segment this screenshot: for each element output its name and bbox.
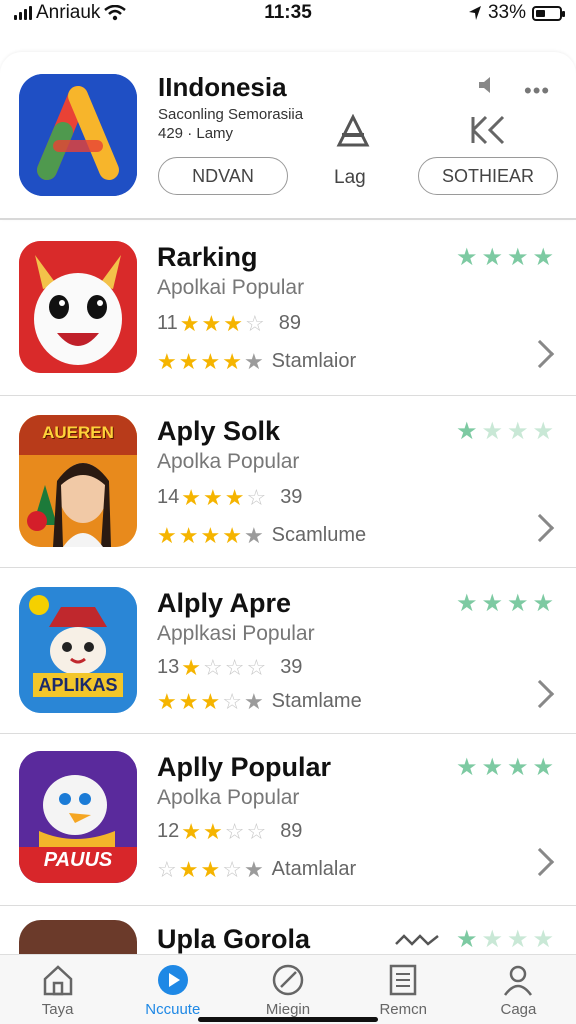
more-icon[interactable]: •••: [524, 78, 550, 104]
chevron-right-icon[interactable]: [525, 679, 555, 709]
speaker-icon[interactable]: [476, 74, 498, 96]
app-rank-row: 13 ★ ☆ ☆ ☆ 39: [157, 654, 303, 680]
app-category: Apolkai Popular: [157, 276, 305, 299]
location-icon: [468, 6, 481, 20]
chevron-right-icon[interactable]: [525, 513, 555, 543]
tab-taya[interactable]: Taya: [0, 955, 115, 1024]
app-rank-row: 14 ★ ★ ★ ☆ 39: [157, 484, 303, 510]
app-name: Upla Gorola: [157, 924, 311, 954]
person-icon: [504, 965, 533, 996]
app-tag: Scamlume: [271, 524, 367, 546]
app-rank: 11: [157, 312, 178, 334]
app-name: Rarking: [157, 242, 258, 272]
app-name: Alply Apre: [157, 588, 292, 618]
green-rating: ★ ★ ★ ★: [455, 754, 554, 781]
a-logo-icon: [19, 74, 137, 196]
lag-label[interactable]: Lag: [334, 167, 366, 189]
app-rank: 14: [157, 486, 180, 508]
list-icon: [389, 964, 417, 996]
battery-percent: 33%: [487, 2, 526, 23]
compass-icon: [272, 964, 304, 996]
app-tag-row: ☆ ★ ★ ☆ ★ Atamlalar: [157, 856, 357, 882]
tab-label: Caga: [500, 1001, 537, 1018]
tab-remcn[interactable]: Remcn: [346, 955, 461, 1024]
app-score: 39: [280, 486, 303, 508]
list-item[interactable]: AUEREN Aply Solk Apolka Popular 14 ★ ★ ★ ☆ …: [0, 396, 576, 568]
app-category: Applkasi Popular: [157, 622, 315, 645]
green-rating: ★ ★ ★ ★: [455, 590, 554, 617]
wifi-icon: [104, 5, 127, 21]
list-item[interactable]: Rarking Apolkai Popular 11 ★ ★ ★ ☆ 89 ★ ★ ★ ★ ★…: [0, 222, 576, 396]
tab-caga[interactable]: Caga: [461, 955, 576, 1024]
app-tag-row: ★ ★ ★ ★ ★ Scamlume: [157, 522, 367, 548]
green-rating: ★ ★ ★ ★: [455, 418, 554, 445]
battery-icon: [532, 5, 565, 21]
app-rank-row: 12 ★ ★ ☆ ☆ 89: [157, 818, 303, 844]
carrier: Anriauk: [14, 2, 127, 24]
signal-icon: [14, 6, 32, 20]
tab-label: Miegin: [265, 1001, 311, 1018]
app-rank: 12: [157, 820, 180, 842]
tab-bar: Taya Nccuute Miegin Remcn Caga: [0, 954, 576, 1024]
ghost-mascot-icon: [19, 241, 137, 373]
app-tag-row: ★ ★ ★ ★ ★ Stamlaior: [157, 348, 357, 374]
featured-app-card[interactable]: IIndonesia Saconling Semorasiia 429 · La…: [0, 52, 576, 220]
tab-nccuute[interactable]: Nccuute: [115, 955, 230, 1024]
app-rank: 13: [157, 656, 180, 678]
fox-game-icon: APLIKAS: [19, 587, 137, 713]
app-tag: Stamlame: [271, 690, 362, 712]
app-tag: Stamlaior: [271, 350, 357, 372]
app-list: Rarking Apolkai Popular 11 ★ ★ ★ ☆ 89 ★ ★ ★ ★ ★…: [0, 222, 576, 966]
featured-meta: 429 · Lamy: [158, 125, 234, 142]
list-item[interactable]: PAUUS Aplly Popular Apolka Popular 12 ★ ★…: [0, 734, 576, 906]
list-item[interactable]: APLIKAS Alply Apre Applkasi Popular 13 ★…: [0, 568, 576, 734]
bookmark-k-icon[interactable]: [470, 114, 506, 146]
portrait-game-icon: AUEREN: [19, 415, 137, 547]
chevron-right-icon[interactable]: [525, 339, 555, 369]
bird-game-icon: PAUUS: [19, 751, 137, 883]
app-name: Aplly Popular: [157, 752, 332, 782]
featured-app-icon[interactable]: [19, 74, 137, 196]
app-score: 39: [280, 656, 303, 678]
tab-label: Remcn: [379, 1001, 427, 1018]
home-icon: [43, 965, 72, 996]
app-icon-banner: AUEREN: [42, 423, 114, 442]
chevron-right-icon[interactable]: [525, 847, 555, 877]
app-name: Aply Solk: [157, 416, 281, 446]
tab-miegin[interactable]: Miegin: [230, 955, 345, 1024]
trend-icon: [395, 934, 439, 946]
tab-label: Nccuute: [145, 1001, 201, 1018]
app-icon-banner: PAUUS: [43, 849, 113, 871]
featured-subtitle: Saconling Semorasiia: [158, 106, 304, 123]
featured-right-button[interactable]: SOTHIEAR: [418, 157, 558, 195]
app-tag: Atamlalar: [271, 858, 357, 880]
app-score: 89: [278, 312, 301, 334]
app-icon-banner: APLIKAS: [38, 675, 118, 695]
home-indicator: [198, 1017, 378, 1022]
featured-left-button[interactable]: NDVAN: [158, 157, 288, 195]
app-score: 89: [280, 820, 303, 842]
green-rating: ★ ★ ★ ★: [455, 926, 554, 953]
app-tag-row: ★ ★ ★ ☆ ★ Stamlame: [157, 688, 362, 714]
app-rank-row: 11 ★ ★ ★ ☆ 89: [157, 310, 301, 336]
status-bar: Anriauk 11:35 33%: [0, 0, 576, 26]
green-rating: ★ ★ ★ ★: [455, 244, 554, 271]
triangle-bars-icon[interactable]: [336, 114, 370, 148]
app-category: Apolka Popular: [157, 786, 300, 809]
app-category: Apolka Popular: [157, 450, 300, 473]
play-icon: [157, 965, 188, 995]
carrier-name: Anriauk: [36, 2, 101, 23]
featured-title: IIndonesia: [158, 72, 287, 102]
tab-label: Taya: [41, 1001, 74, 1018]
